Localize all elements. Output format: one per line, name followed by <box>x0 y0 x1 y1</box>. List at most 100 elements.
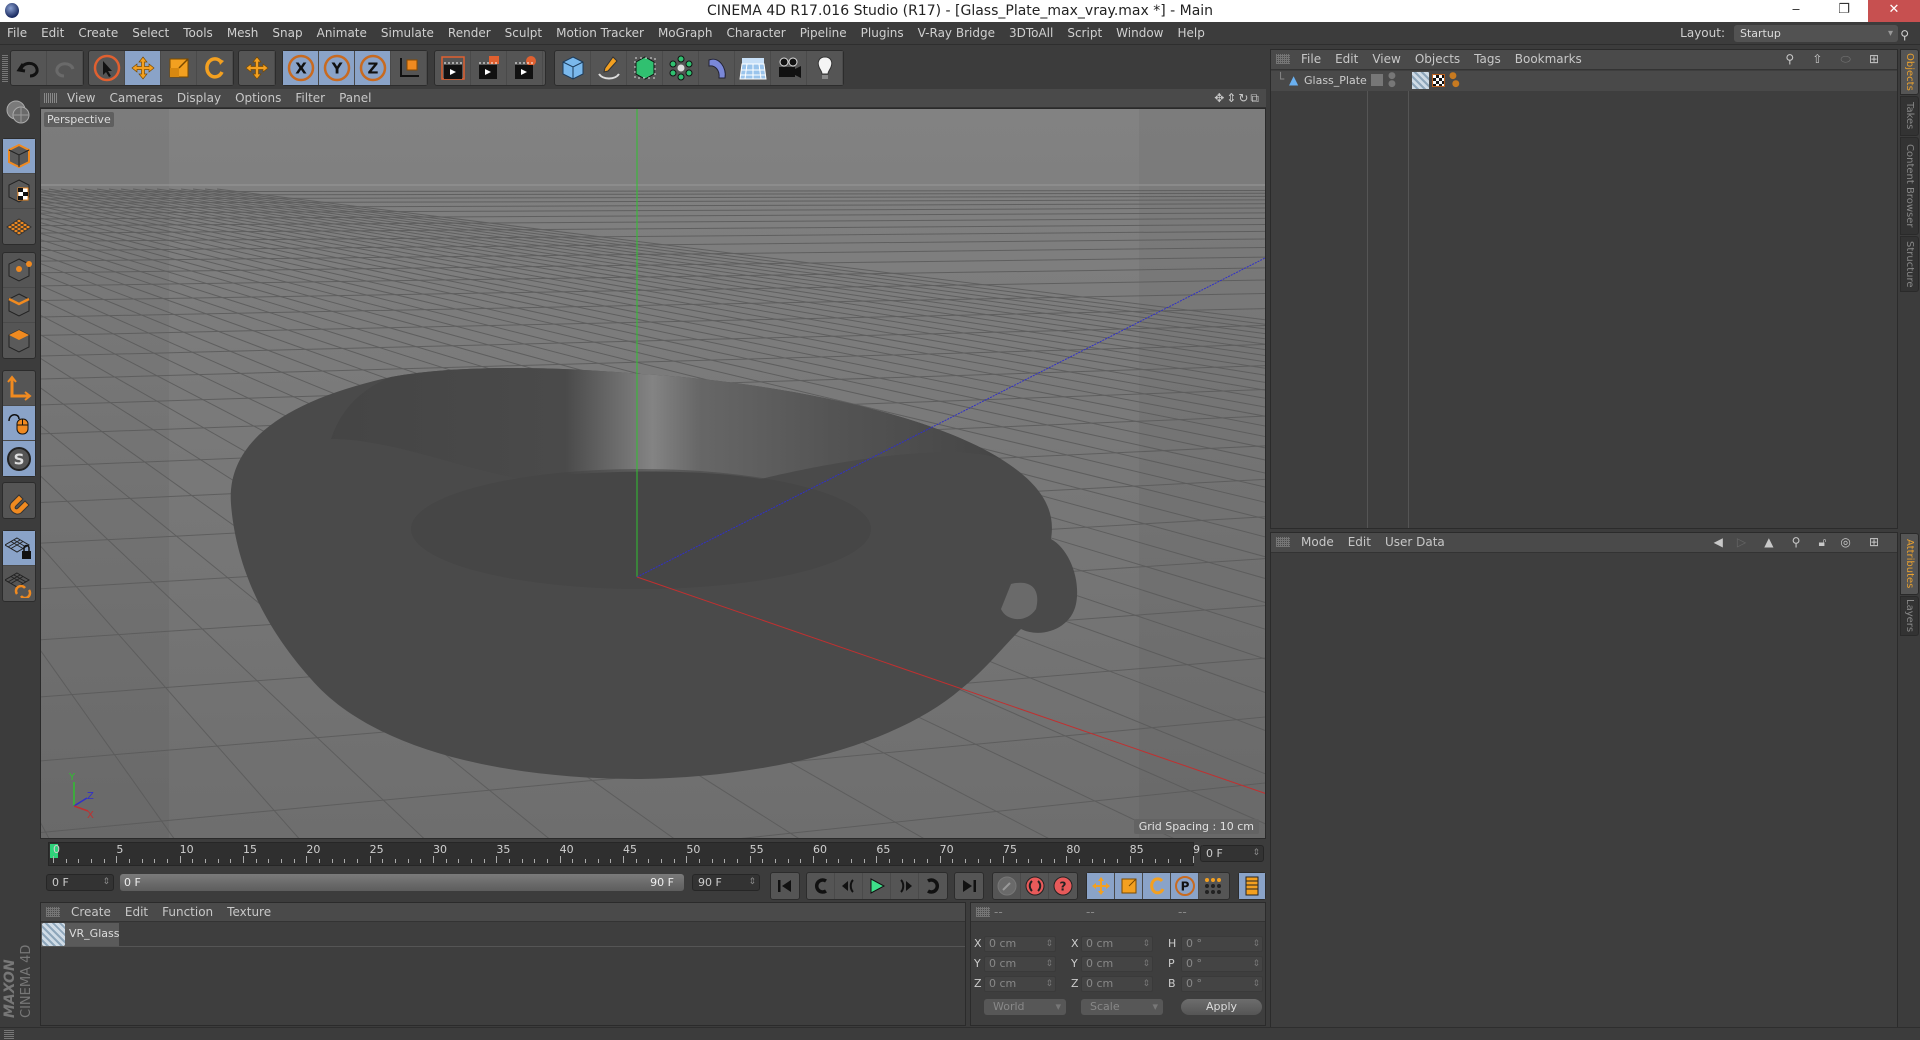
render-settings-button[interactable] <box>507 51 543 85</box>
select-tool-button[interactable] <box>89 51 125 85</box>
timeline-ruler[interactable]: 051015202530354045505560657075808590 0 F <box>40 842 1266 866</box>
checker-texture-tag-icon[interactable] <box>1432 74 1445 87</box>
edges-mode-button[interactable] <box>3 288 35 323</box>
material-menu-function[interactable]: Function <box>155 903 220 922</box>
objects-search-icon[interactable]: ⚲ <box>1778 50 1801 69</box>
rotation-h-field[interactable]: 0 ° <box>1181 936 1263 952</box>
objects-menu-edit[interactable]: Edit <box>1328 50 1365 69</box>
target-icon[interactable]: ◎ <box>1833 533 1857 552</box>
workplane-lock-button[interactable] <box>3 531 35 566</box>
menu-motion-tracker[interactable]: Motion Tracker <box>549 22 651 45</box>
autokey-button[interactable]: ? <box>1049 873 1077 899</box>
last-tool-button[interactable] <box>239 51 275 85</box>
tab-structure[interactable]: Structure <box>1900 236 1919 292</box>
minimize-button[interactable]: ‒ <box>1776 0 1816 22</box>
menu-script[interactable]: Script <box>1060 22 1109 45</box>
menu-vray-bridge[interactable]: V-Ray Bridge <box>911 22 1002 45</box>
tab-objects[interactable]: Objects <box>1900 49 1919 95</box>
play-button[interactable] <box>863 873 891 899</box>
coordinate-system-button[interactable] <box>391 51 427 85</box>
panel-grip[interactable] <box>1276 537 1290 547</box>
objects-menu-bookmarks[interactable]: Bookmarks <box>1508 50 1589 69</box>
add-subdivision-button[interactable] <box>627 51 663 85</box>
position-x-field[interactable]: 0 cm <box>984 936 1056 952</box>
restore-button[interactable]: ❐ <box>1824 0 1864 22</box>
add-spline-button[interactable] <box>591 51 627 85</box>
add-floor-button[interactable] <box>735 51 771 85</box>
up-arrow-icon[interactable]: ▲ <box>1757 533 1780 552</box>
current-frame-field[interactable]: 0 F <box>1200 845 1264 862</box>
timeline-window-button[interactable] <box>1239 873 1265 899</box>
previous-frame-button[interactable] <box>835 873 863 899</box>
status-grip[interactable] <box>4 1030 14 1039</box>
layout-select[interactable]: Startup <box>1734 25 1898 42</box>
menu-sculpt[interactable]: Sculpt <box>498 22 549 45</box>
viewport-maximize-icon[interactable]: ⧉ <box>1249 89 1260 108</box>
panel-grip[interactable] <box>46 907 60 917</box>
visibility-dots-icon[interactable]: ● ● <box>1388 72 1396 89</box>
attributes-menu-edit[interactable]: Edit <box>1341 533 1378 552</box>
viewport-menu-options[interactable]: Options <box>228 89 288 108</box>
toolbar-grip[interactable] <box>2 54 8 82</box>
material-menu-edit[interactable]: Edit <box>118 903 155 922</box>
object-row[interactable]: └ ▲ Glass_Plate ● ● ● ● <box>1271 71 1897 91</box>
render-view-button[interactable] <box>435 51 471 85</box>
search-icon[interactable]: ⚲ <box>1893 24 1916 47</box>
viewport-menu-cameras[interactable]: Cameras <box>102 89 169 108</box>
menu-tools[interactable]: Tools <box>176 22 220 45</box>
scale-tool-button[interactable] <box>161 51 197 85</box>
add-camera-button[interactable] <box>771 51 807 85</box>
close-button[interactable]: ✕ <box>1868 0 1920 22</box>
panel-grip[interactable] <box>1276 54 1290 64</box>
model-mode-button[interactable] <box>3 139 35 174</box>
menu-window[interactable]: Window <box>1109 22 1170 45</box>
redo-button[interactable] <box>47 51 83 85</box>
menu-plugins[interactable]: Plugins <box>854 22 911 45</box>
objects-toggle-icon[interactable]: ⬭ <box>1834 50 1858 69</box>
tweak-mode-button[interactable] <box>3 406 35 441</box>
key-parameter-button[interactable]: P <box>1171 873 1199 899</box>
points-mode-button[interactable] <box>3 253 35 288</box>
workplane-align-button[interactable] <box>3 566 35 601</box>
menu-character[interactable]: Character <box>719 22 792 45</box>
size-y-field[interactable]: 0 cm <box>1081 956 1153 972</box>
menu-snap[interactable]: Snap <box>265 22 309 45</box>
rotation-p-field[interactable]: 0 ° <box>1181 956 1263 972</box>
attributes-search-icon[interactable]: ⚲ <box>1785 533 1808 552</box>
key-position-button[interactable] <box>1087 873 1115 899</box>
add-deformer-button[interactable] <box>699 51 735 85</box>
x-axis-toggle[interactable]: X <box>283 51 319 85</box>
make-editable-button[interactable] <box>2 94 34 129</box>
viewport-zoom-icon[interactable]: ⇕ <box>1225 89 1237 108</box>
undo-button[interactable] <box>11 51 47 85</box>
attributes-menu-mode[interactable]: Mode <box>1294 533 1341 552</box>
size-x-field[interactable]: 0 cm <box>1081 936 1153 952</box>
record-active-button[interactable] <box>1021 873 1049 899</box>
snap-button[interactable] <box>3 483 35 518</box>
y-axis-toggle[interactable]: Y <box>319 51 355 85</box>
object-name[interactable]: Glass_Plate <box>1304 74 1367 87</box>
material-menu-texture[interactable]: Texture <box>220 903 278 922</box>
tab-takes[interactable]: Takes <box>1900 96 1919 136</box>
next-frame-button[interactable] <box>891 873 919 899</box>
menu-edit[interactable]: Edit <box>34 22 71 45</box>
position-z-field[interactable]: 0 cm <box>984 976 1056 992</box>
solo-button[interactable]: S <box>3 441 35 476</box>
add-cloner-button[interactable] <box>663 51 699 85</box>
material-item[interactable]: VR_Glass <box>41 923 119 946</box>
size-z-field[interactable]: 0 cm <box>1081 976 1153 992</box>
viewport-rotate-icon[interactable]: ↻ <box>1237 89 1249 108</box>
layer-icon[interactable] <box>1371 74 1383 86</box>
size-mode-select[interactable]: Scale <box>1081 999 1163 1015</box>
viewport-menu-display[interactable]: Display <box>170 89 228 108</box>
add-cube-button[interactable] <box>555 51 591 85</box>
tab-layers[interactable]: Layers <box>1900 596 1919 636</box>
rotation-b-field[interactable]: 0 ° <box>1181 976 1263 992</box>
next-key-button[interactable] <box>919 873 947 899</box>
render-picture-viewer-button[interactable] <box>471 51 507 85</box>
previous-key-button[interactable] <box>807 873 835 899</box>
frame-ruler[interactable]: 051015202530354045505560657075808590 <box>48 842 1207 866</box>
rotate-tool-button[interactable] <box>197 51 233 85</box>
back-arrow-icon[interactable]: ◀ <box>1707 533 1730 552</box>
attributes-new-panel-icon[interactable]: ⊞ <box>1862 533 1886 552</box>
